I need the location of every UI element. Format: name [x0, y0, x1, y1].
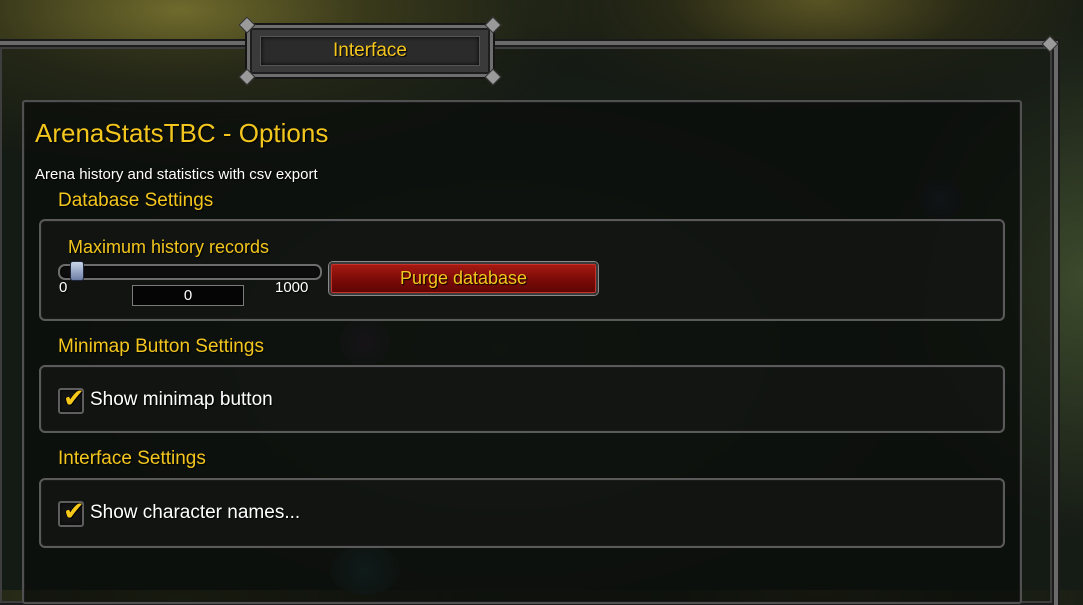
show-character-names-checkbox[interactable]: ✔	[58, 497, 85, 527]
check-icon: ✔	[63, 384, 85, 414]
slider-max-label: 1000	[275, 279, 309, 296]
show-character-names-label[interactable]: Show character names...	[90, 502, 300, 524]
window-title: Interface	[260, 36, 480, 66]
window-title-tab: Interface	[238, 16, 502, 86]
interface-settings-heading: Interface Settings	[58, 448, 206, 469]
frame-corner-stud	[238, 16, 256, 34]
addon-title: ArenaStatsTBC - Options	[35, 118, 329, 148]
purge-database-button[interactable]: Purge database	[329, 262, 598, 295]
max-history-slider-label: Maximum history records	[68, 237, 270, 257]
minimap-settings-heading: Minimap Button Settings	[58, 336, 264, 357]
slider-min-label: 0	[59, 279, 68, 296]
database-settings-heading: Database Settings	[58, 190, 214, 211]
frame-corner-stud	[484, 16, 502, 34]
show-minimap-checkbox[interactable]: ✔	[58, 384, 85, 414]
addon-description: Arena history and statistics with csv ex…	[35, 166, 318, 183]
max-history-value-input[interactable]: 0	[132, 285, 244, 306]
show-minimap-label[interactable]: Show minimap button	[90, 389, 273, 411]
max-history-slider[interactable]	[58, 264, 322, 280]
check-icon: ✔	[63, 497, 85, 527]
max-history-slider-thumb[interactable]	[70, 261, 84, 281]
